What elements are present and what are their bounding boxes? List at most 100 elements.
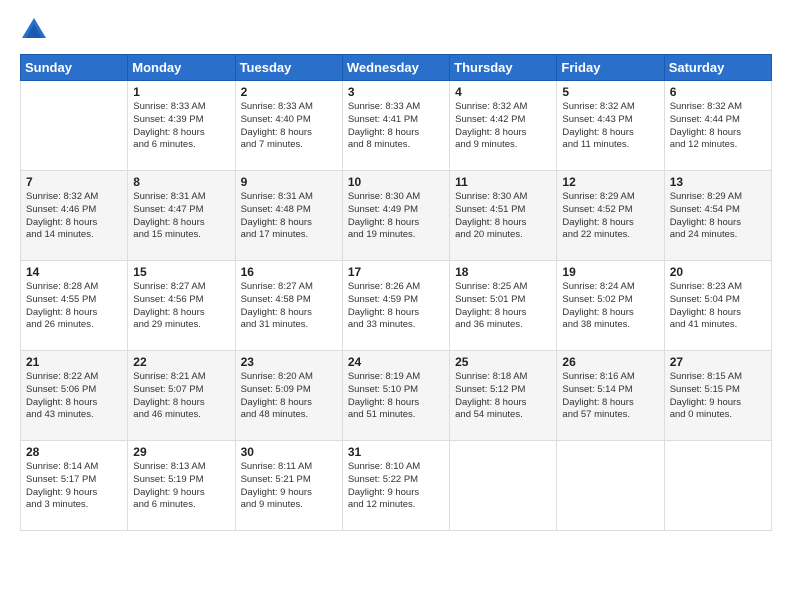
calendar-cell: 18 Sunrise: 8:25 AM Sunset: 5:01 PM Dayli…: [450, 261, 557, 351]
weekday-header: Monday: [128, 55, 235, 81]
day-info: Sunrise: 8:27 AM Sunset: 4:56 PM Dayligh…: [133, 281, 229, 332]
day-number: 28: [26, 445, 122, 459]
day-info: Sunrise: 8:16 AM Sunset: 5:14 PM Dayligh…: [562, 371, 658, 422]
weekday-header: Friday: [557, 55, 664, 81]
weekday-header-row: SundayMondayTuesdayWednesdayThursdayFrid…: [21, 55, 772, 81]
day-number: 18: [455, 265, 551, 279]
calendar-cell: 16Sunrise: 8:27 AM Sunset: 4:58 PM Dayli…: [235, 261, 342, 351]
day-number: 15: [133, 265, 229, 279]
calendar-cell: 9Sunrise: 8:31 AM Sunset: 4:48 PM Daylig…: [235, 171, 342, 261]
day-number: 23: [241, 355, 337, 369]
day-info: Sunrise: 8:33 AM Sunset: 4:40 PM Dayligh…: [241, 101, 337, 152]
calendar-cell: 20Sunrise: 8:23 AM Sunset: 5:04 PM Dayli…: [664, 261, 771, 351]
day-number: 7: [26, 175, 122, 189]
day-number: 8: [133, 175, 229, 189]
day-number: 30: [241, 445, 337, 459]
day-info: Sunrise: 8:30 AM Sunset: 4:51 PM Dayligh…: [455, 191, 551, 242]
calendar-cell: [664, 441, 771, 531]
logo-icon: [20, 16, 48, 44]
day-number: 19: [562, 265, 658, 279]
day-number: 1: [133, 85, 229, 99]
day-info: Sunrise: 8:26 AM Sunset: 4:59 PM Dayligh…: [348, 281, 444, 332]
weekday-header: Saturday: [664, 55, 771, 81]
day-info: Sunrise: 8:10 AM Sunset: 5:22 PM Dayligh…: [348, 461, 444, 512]
calendar-cell: 2Sunrise: 8:33 AM Sunset: 4:40 PM Daylig…: [235, 81, 342, 171]
weekday-header: Wednesday: [342, 55, 449, 81]
calendar-week-row: 28Sunrise: 8:14 AM Sunset: 5:17 PM Dayli…: [21, 441, 772, 531]
calendar-week-row: 21 Sunrise: 8:22 AM Sunset: 5:06 PM Dayli…: [21, 351, 772, 441]
day-info: Sunrise: 8:32 AM Sunset: 4:44 PM Dayligh…: [670, 101, 766, 152]
calendar-cell: 4 Sunrise: 8:32 AM Sunset: 4:42 PM Daylig…: [450, 81, 557, 171]
calendar-cell: 5 Sunrise: 8:32 AM Sunset: 4:43 PM Daylig…: [557, 81, 664, 171]
day-info: Sunrise: 8:32 AM Sunset: 4:46 PM Dayligh…: [26, 191, 122, 242]
day-info: Sunrise: 8:25 AM Sunset: 5:01 PM Dayligh…: [455, 281, 551, 332]
day-info: Sunrise: 8:11 AM Sunset: 5:21 PM Dayligh…: [241, 461, 337, 512]
weekday-header: Tuesday: [235, 55, 342, 81]
day-info: Sunrise: 8:30 AM Sunset: 4:49 PM Dayligh…: [348, 191, 444, 242]
calendar-cell: 13 Sunrise: 8:29 AM Sunset: 4:54 PM Dayli…: [664, 171, 771, 261]
calendar-cell: [557, 441, 664, 531]
day-info: Sunrise: 8:28 AM Sunset: 4:55 PM Dayligh…: [26, 281, 122, 332]
calendar-cell: 31 Sunrise: 8:10 AM Sunset: 5:22 PM Dayli…: [342, 441, 449, 531]
calendar-cell: 8 Sunrise: 8:31 AM Sunset: 4:47 PM Daylig…: [128, 171, 235, 261]
calendar-cell: 11Sunrise: 8:30 AM Sunset: 4:51 PM Dayli…: [450, 171, 557, 261]
calendar-cell: 1 Sunrise: 8:33 AM Sunset: 4:39 PM Daylig…: [128, 81, 235, 171]
day-number: 16: [241, 265, 337, 279]
calendar-cell: 29 Sunrise: 8:13 AM Sunset: 5:19 PM Dayli…: [128, 441, 235, 531]
calendar-cell: 28Sunrise: 8:14 AM Sunset: 5:17 PM Dayli…: [21, 441, 128, 531]
calendar-cell: 30 Sunrise: 8:11 AM Sunset: 5:21 PM Dayli…: [235, 441, 342, 531]
calendar-cell: [21, 81, 128, 171]
day-info: Sunrise: 8:33 AM Sunset: 4:41 PM Dayligh…: [348, 101, 444, 152]
calendar-cell: 19 Sunrise: 8:24 AM Sunset: 5:02 PM Dayli…: [557, 261, 664, 351]
day-number: 22: [133, 355, 229, 369]
day-info: Sunrise: 8:24 AM Sunset: 5:02 PM Dayligh…: [562, 281, 658, 332]
header: [20, 16, 772, 44]
day-info: Sunrise: 8:29 AM Sunset: 4:54 PM Dayligh…: [670, 191, 766, 242]
calendar-cell: 25 Sunrise: 8:18 AM Sunset: 5:12 PM Dayli…: [450, 351, 557, 441]
calendar-cell: 6 Sunrise: 8:32 AM Sunset: 4:44 PM Daylig…: [664, 81, 771, 171]
calendar-week-row: 14 Sunrise: 8:28 AM Sunset: 4:55 PM Dayli…: [21, 261, 772, 351]
day-info: Sunrise: 8:13 AM Sunset: 5:19 PM Dayligh…: [133, 461, 229, 512]
day-info: Sunrise: 8:22 AM Sunset: 5:06 PM Dayligh…: [26, 371, 122, 422]
day-info: Sunrise: 8:32 AM Sunset: 4:42 PM Dayligh…: [455, 101, 551, 152]
page: SundayMondayTuesdayWednesdayThursdayFrid…: [0, 0, 792, 612]
day-number: 3: [348, 85, 444, 99]
day-info: Sunrise: 8:23 AM Sunset: 5:04 PM Dayligh…: [670, 281, 766, 332]
day-number: 4: [455, 85, 551, 99]
day-info: Sunrise: 8:33 AM Sunset: 4:39 PM Dayligh…: [133, 101, 229, 152]
day-number: 21: [26, 355, 122, 369]
calendar-cell: 23 Sunrise: 8:20 AM Sunset: 5:09 PM Dayli…: [235, 351, 342, 441]
calendar-cell: 22 Sunrise: 8:21 AM Sunset: 5:07 PM Dayli…: [128, 351, 235, 441]
day-number: 13: [670, 175, 766, 189]
day-number: 31: [348, 445, 444, 459]
day-info: Sunrise: 8:21 AM Sunset: 5:07 PM Dayligh…: [133, 371, 229, 422]
day-info: Sunrise: 8:18 AM Sunset: 5:12 PM Dayligh…: [455, 371, 551, 422]
day-number: 5: [562, 85, 658, 99]
calendar-week-row: 7 Sunrise: 8:32 AM Sunset: 4:46 PM Daylig…: [21, 171, 772, 261]
day-number: 25: [455, 355, 551, 369]
day-number: 6: [670, 85, 766, 99]
calendar-cell: 7 Sunrise: 8:32 AM Sunset: 4:46 PM Daylig…: [21, 171, 128, 261]
calendar-cell: 12Sunrise: 8:29 AM Sunset: 4:52 PM Dayli…: [557, 171, 664, 261]
calendar-cell: 10 Sunrise: 8:30 AM Sunset: 4:49 PM Dayli…: [342, 171, 449, 261]
calendar-cell: 26Sunrise: 8:16 AM Sunset: 5:14 PM Dayli…: [557, 351, 664, 441]
calendar-cell: 15 Sunrise: 8:27 AM Sunset: 4:56 PM Dayli…: [128, 261, 235, 351]
day-number: 12: [562, 175, 658, 189]
calendar-cell: 14 Sunrise: 8:28 AM Sunset: 4:55 PM Dayli…: [21, 261, 128, 351]
calendar-cell: 21 Sunrise: 8:22 AM Sunset: 5:06 PM Dayli…: [21, 351, 128, 441]
day-info: Sunrise: 8:31 AM Sunset: 4:48 PM Dayligh…: [241, 191, 337, 242]
day-number: 29: [133, 445, 229, 459]
day-info: Sunrise: 8:31 AM Sunset: 4:47 PM Dayligh…: [133, 191, 229, 242]
weekday-header: Thursday: [450, 55, 557, 81]
calendar-cell: [450, 441, 557, 531]
day-number: 10: [348, 175, 444, 189]
day-info: Sunrise: 8:32 AM Sunset: 4:43 PM Dayligh…: [562, 101, 658, 152]
day-number: 24: [348, 355, 444, 369]
day-number: 27: [670, 355, 766, 369]
day-number: 14: [26, 265, 122, 279]
day-info: Sunrise: 8:20 AM Sunset: 5:09 PM Dayligh…: [241, 371, 337, 422]
logo: [20, 16, 52, 44]
weekday-header: Sunday: [21, 55, 128, 81]
day-info: Sunrise: 8:19 AM Sunset: 5:10 PM Dayligh…: [348, 371, 444, 422]
calendar-cell: 27Sunrise: 8:15 AM Sunset: 5:15 PM Dayli…: [664, 351, 771, 441]
